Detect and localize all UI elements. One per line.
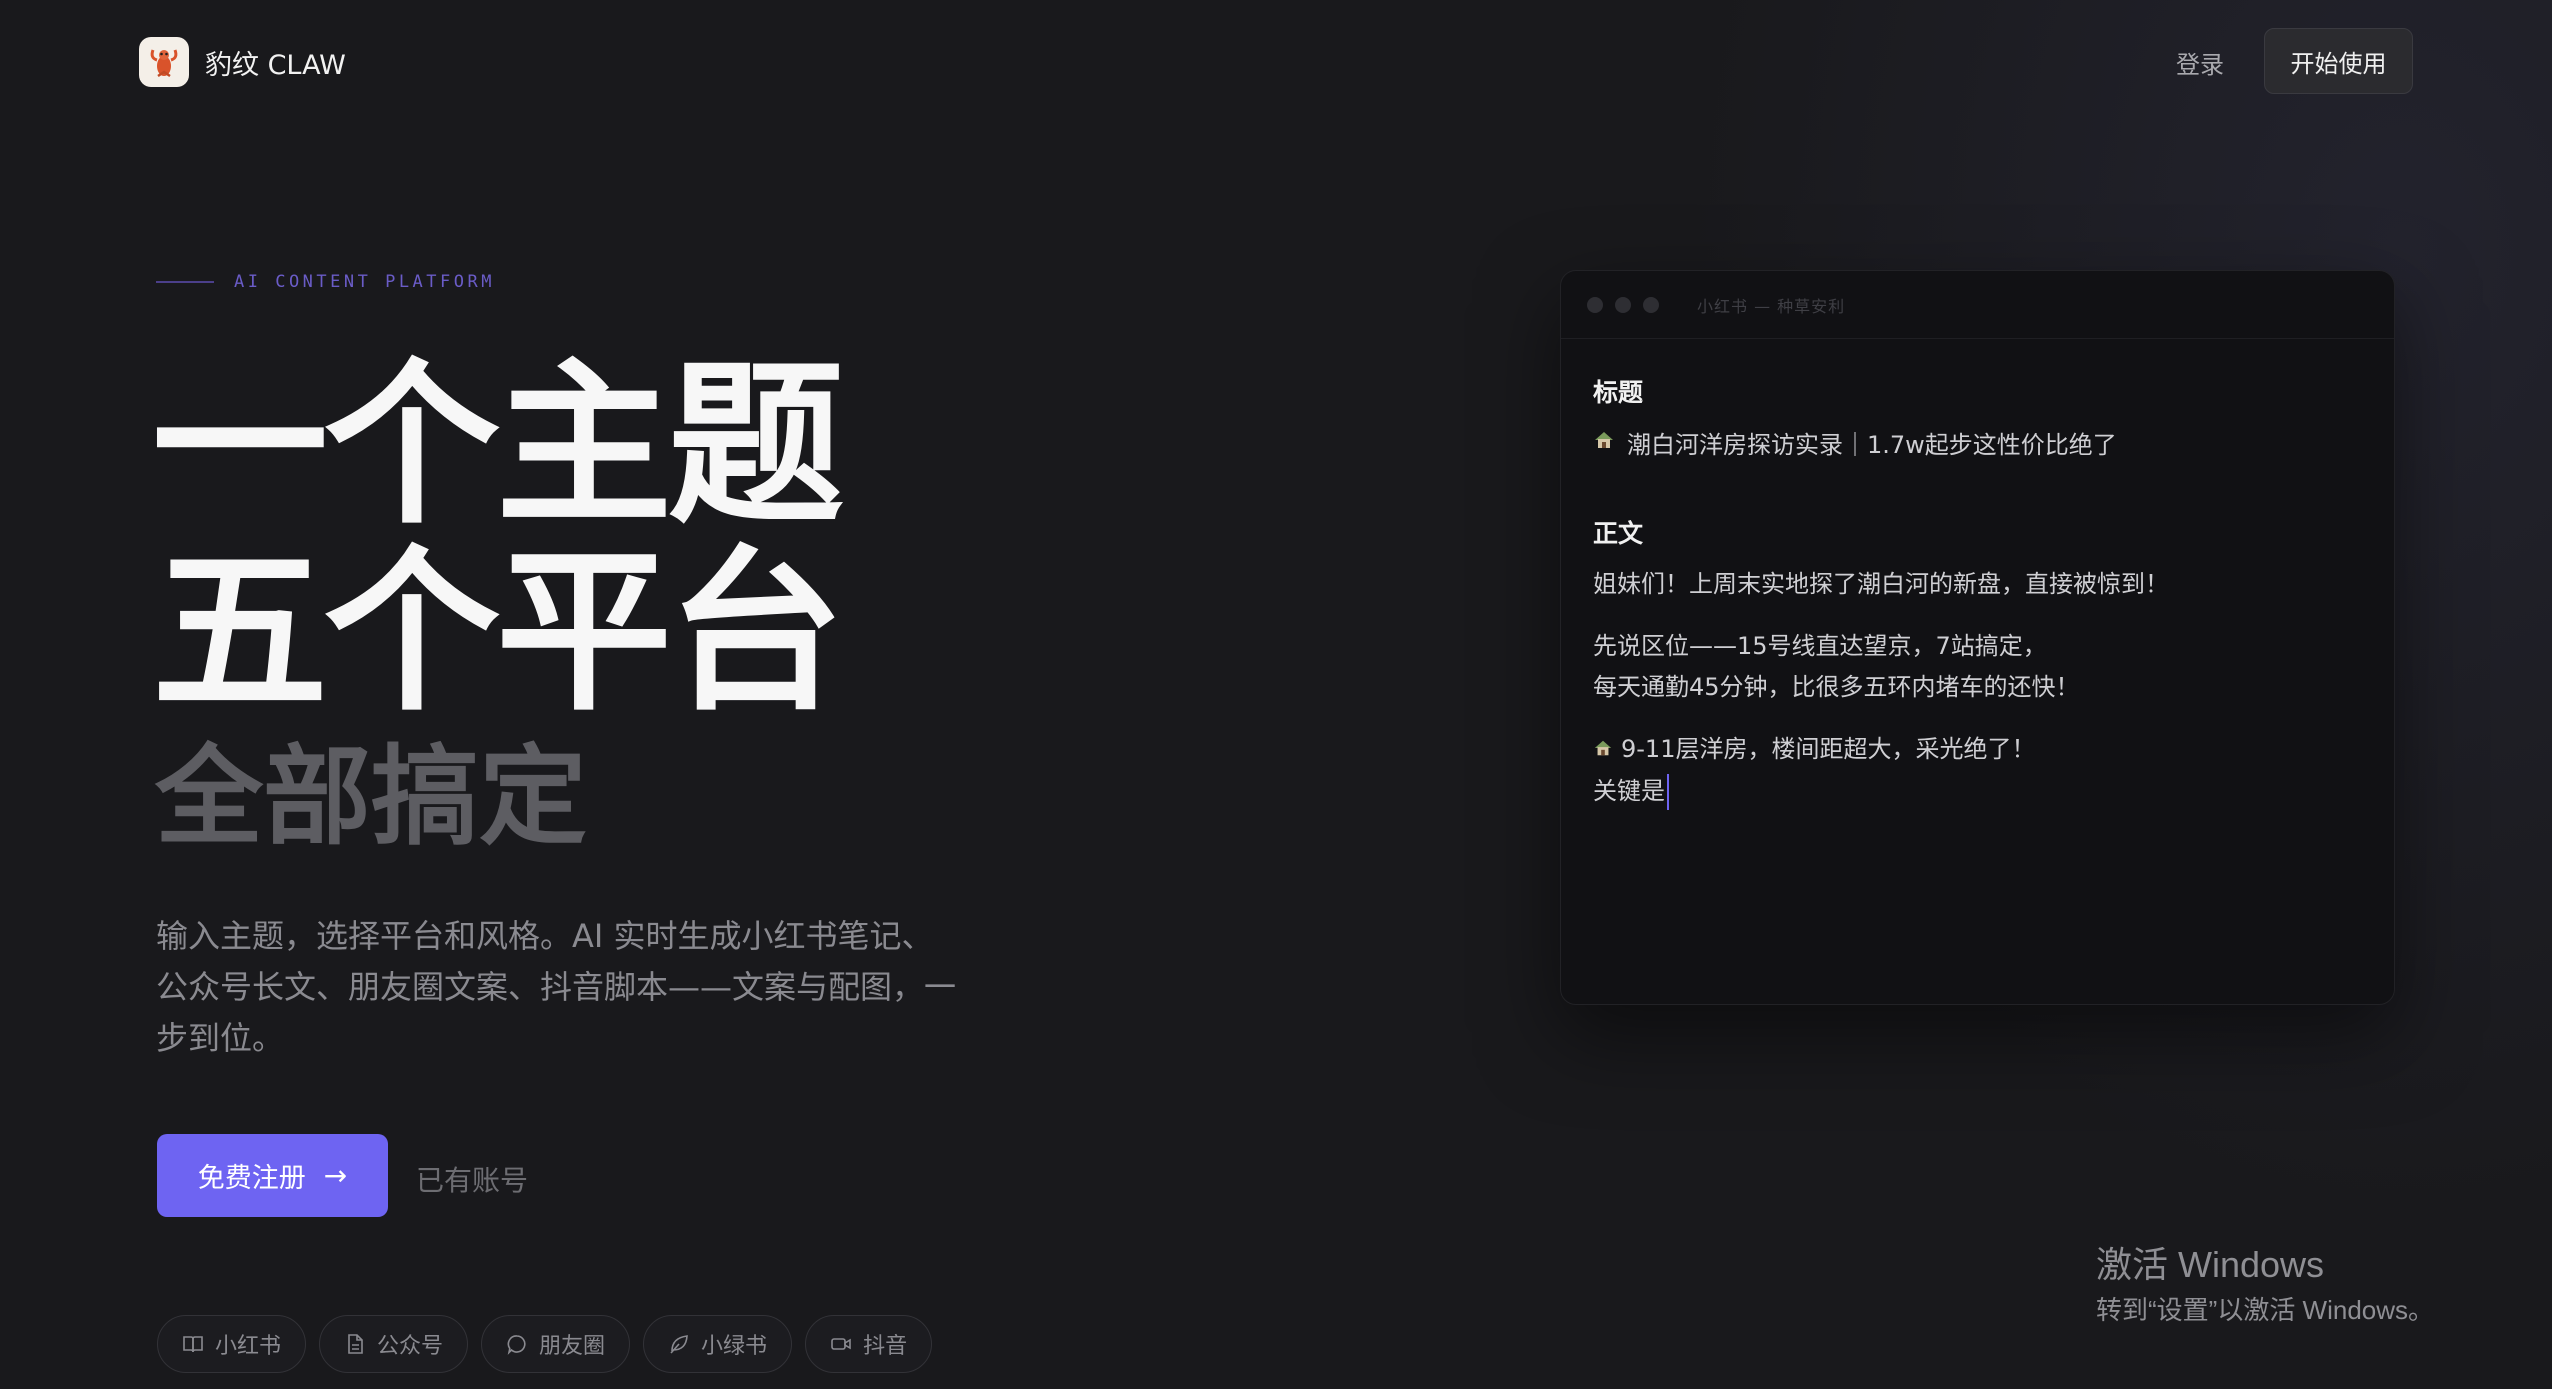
house-icon bbox=[1593, 429, 1615, 457]
eyebrow-text: AI CONTENT PLATFORM bbox=[234, 272, 495, 292]
login-secondary-link[interactable]: 已有账号 bbox=[416, 1159, 528, 1199]
register-button-label: 免费注册 bbox=[197, 1163, 306, 1194]
lobster-logo-icon bbox=[139, 37, 189, 87]
paragraph-line: 关键是 bbox=[1593, 776, 1665, 805]
window-title-bar: 小红书 — 种草安利 bbox=[1561, 271, 2394, 339]
book-icon bbox=[182, 1333, 204, 1355]
generated-title-text: 潮白河洋房探访实录｜1.7w起步这性价比绝了 bbox=[1627, 431, 2117, 459]
platform-chip-douyin[interactable]: 抖音 bbox=[805, 1315, 933, 1373]
generated-paragraph: 姐妹们！上周末实地探了潮白河的新盘，直接被惊到！ bbox=[1593, 564, 2363, 605]
hero-description: 输入主题，选择平台和风格。AI 实时生成小红书笔记、公众号长文、朋友圈文案、抖音… bbox=[156, 917, 957, 1057]
house-icon bbox=[1593, 730, 1613, 771]
body-section-label: 正文 bbox=[1593, 519, 1644, 548]
hero-headline-line-2: 五个平台 bbox=[152, 530, 844, 735]
generated-title: 潮白河洋房探访实录｜1.7w起步这性价比绝了 bbox=[1593, 425, 2363, 460]
windows-activation-watermark: 激活 Windows 转到“设置”以激活 Windows。 bbox=[2096, 1236, 2434, 1327]
title-section-label: 标题 bbox=[1593, 378, 1644, 407]
eyebrow-divider bbox=[156, 281, 214, 283]
document-icon bbox=[344, 1333, 366, 1355]
generated-paragraph: 9-11层洋房，楼间距超大，采光绝了！ 关键是 bbox=[1593, 729, 2363, 812]
start-button[interactable]: 开始使用 bbox=[2264, 28, 2413, 94]
register-button[interactable]: 免费注册 → bbox=[157, 1134, 388, 1217]
paragraph-line-with-icon: 9-11层洋房，楼间距超大，采光绝了！ bbox=[1593, 729, 2363, 771]
platform-chip-label: 公众号 bbox=[377, 1334, 444, 1359]
chat-bubble-icon bbox=[506, 1333, 528, 1355]
leaf-icon bbox=[668, 1333, 690, 1355]
login-link[interactable]: 登录 bbox=[2176, 45, 2224, 80]
hero-headline-line-3: 全部搞定 bbox=[155, 735, 588, 860]
brand-name: 豹纹 CLAW bbox=[205, 49, 346, 81]
platform-chip-xiaohongshu[interactable]: 小红书 bbox=[157, 1315, 307, 1373]
platform-chip-label: 小绿书 bbox=[701, 1334, 768, 1359]
content-preview-window: 小红书 — 种草安利 标题 潮白河洋房探访实录｜1.7w起步这性价比绝了 正文 … bbox=[1560, 270, 2395, 1005]
platform-chip-label: 朋友圈 bbox=[539, 1334, 606, 1359]
paragraph-line: 姐妹们！上周末实地探了潮白河的新盘，直接被惊到！ bbox=[1593, 570, 2169, 598]
typing-caret bbox=[1667, 773, 1669, 810]
platform-chip-label: 小红书 bbox=[215, 1334, 282, 1359]
paragraph-line: 9-11层洋房，楼间距超大，采光绝了！ bbox=[1621, 735, 2036, 763]
paragraph-line: 先说区位——15号线直达望京，7站搞定， bbox=[1593, 632, 2047, 660]
platform-chips: 小红书 公众号 朋友圈 小绿书 抖音 bbox=[157, 1315, 933, 1373]
window-dot-icon bbox=[1615, 296, 1631, 313]
paragraph-line: 每天通勤45分钟，比很多五环内堵车的还快！ bbox=[1593, 673, 2080, 701]
hero-headline-line-1: 一个主题 bbox=[152, 343, 844, 548]
platform-chip-pengyouquan[interactable]: 朋友圈 bbox=[481, 1315, 631, 1373]
brand-logo[interactable]: 豹纹 CLAW bbox=[139, 37, 346, 87]
watermark-title: 激活 Windows bbox=[2096, 1244, 2325, 1285]
eyebrow: AI CONTENT PLATFORM bbox=[156, 272, 495, 292]
platform-chip-xiaolvshu[interactable]: 小绿书 bbox=[643, 1315, 793, 1373]
platform-chip-label: 抖音 bbox=[863, 1334, 908, 1359]
generated-paragraph: 先说区位——15号线直达望京，7站搞定， 每天通勤45分钟，比很多五环内堵车的还… bbox=[1593, 626, 2363, 708]
paragraph-line-typing: 关键是 bbox=[1593, 771, 2363, 812]
video-icon bbox=[830, 1333, 852, 1355]
window-dot-icon bbox=[1643, 296, 1659, 313]
platform-chip-gongzhonghao[interactable]: 公众号 bbox=[319, 1315, 469, 1373]
window-title: 小红书 — 种草安利 bbox=[1697, 296, 1846, 316]
preview-body: 标题 潮白河洋房探访实录｜1.7w起步这性价比绝了 正文 姐妹们！上周末实地探了… bbox=[1593, 373, 2363, 812]
watermark-subtitle: 转到“设置”以激活 Windows。 bbox=[2096, 1295, 2435, 1325]
arrow-right-icon: → bbox=[323, 1159, 348, 1192]
window-dot-icon bbox=[1587, 296, 1603, 313]
